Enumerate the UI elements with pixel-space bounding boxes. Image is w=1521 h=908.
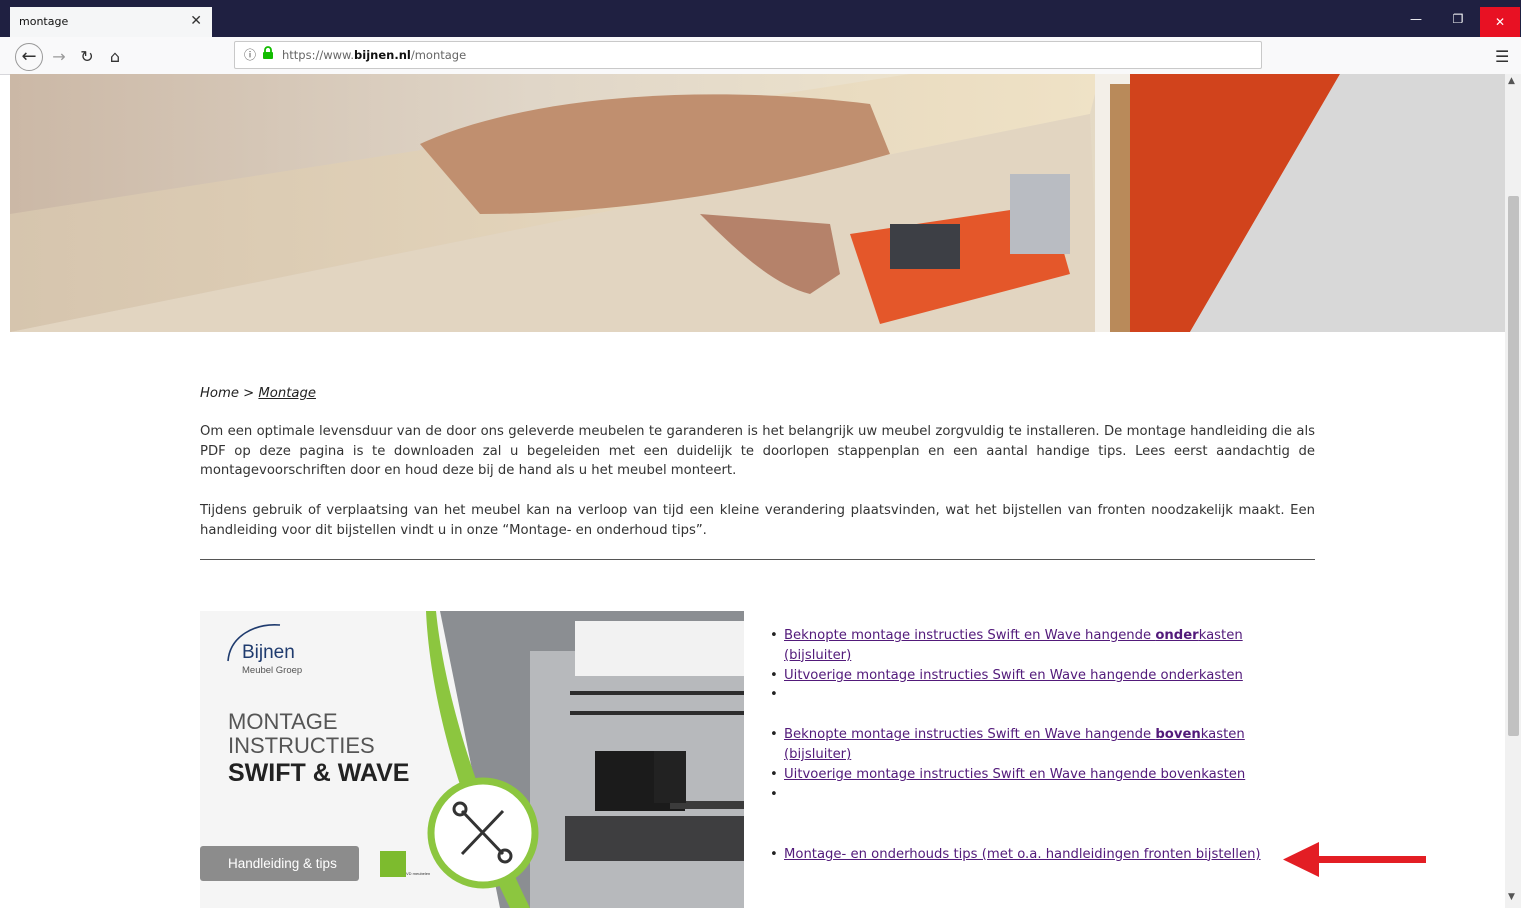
back-arrow-icon[interactable]: ←: [15, 43, 43, 71]
bijnen-logo-sub: Meubel Groep: [242, 665, 302, 676]
browser-navbar: ← → ↻ ⌂ ⓘ https://www.bijnen.nl/montage …: [0, 37, 1521, 75]
link-uitvoerige-onderkasten[interactable]: Uitvoerige montage instructies Swift en …: [784, 668, 1243, 683]
breadcrumb: Home > Montage: [200, 384, 1315, 404]
scroll-up-icon[interactable]: ▲: [1508, 76, 1515, 86]
vertical-scrollbar[interactable]: ▲ ▼: [1505, 74, 1521, 908]
link-montage-onderhoud-tips[interactable]: Montage- en onderhouds tips (met o.a. ha…: [784, 847, 1261, 862]
promo-line3: SWIFT & WAVE: [228, 759, 409, 787]
montage-promo-image[interactable]: Bijnen Meubel Groep MONTAGE INSTRUCTIES …: [200, 611, 744, 908]
link-beknopte-onderkasten[interactable]: Beknopte montage instructies Swift en Wa…: [784, 628, 1243, 663]
list-spacer: [770, 685, 1290, 725]
adjustment-paragraph: Tijdens gebruik of verplaatsing van het …: [200, 503, 1315, 538]
breadcrumb-current[interactable]: Montage: [258, 386, 316, 401]
promo-graphic: Bijnen Meubel Groep MONTAGE INSTRUCTIES …: [200, 611, 744, 908]
bijnen-logo-text: Bijnen: [242, 642, 295, 663]
hero-image: [10, 74, 1505, 332]
hero-banner: [10, 74, 1505, 332]
hamburger-menu-icon[interactable]: ☰: [1495, 47, 1509, 66]
main-content: Home > Montage Om een optimale levensduu…: [200, 380, 1315, 566]
list-item: Uitvoerige montage instructies Swift en …: [770, 666, 1290, 686]
intro-paragraph: Om een optimale levensduur van de door o…: [200, 423, 1315, 479]
vd-logo: VD meubelen: [406, 871, 430, 876]
minimize-icon[interactable]: —: [1396, 8, 1436, 30]
window-close-icon[interactable]: ✕: [1480, 7, 1520, 37]
list-item: Beknopte montage instructies Swift en Wa…: [770, 626, 1290, 666]
tab-title: montage: [19, 15, 69, 28]
scrollbar-thumb[interactable]: [1508, 196, 1519, 736]
link-beknopte-bovenkasten[interactable]: Beknopte montage instructies Swift en Wa…: [784, 727, 1245, 762]
browser-tab[interactable]: montage ✕: [10, 7, 212, 37]
list-item: Montage- en onderhouds tips (met o.a. ha…: [770, 845, 1290, 865]
url-text: https://www.bijnen.nl/montage: [282, 48, 467, 62]
home-icon[interactable]: ⌂: [104, 46, 126, 68]
red-arrow-icon: [1283, 842, 1426, 877]
info-icon[interactable]: ⓘ: [244, 46, 256, 63]
browser-titlebar: montage ✕ — ❐ ✕: [0, 0, 1521, 37]
download-links: Beknopte montage instructies Swift en Wa…: [770, 626, 1290, 865]
breadcrumb-home[interactable]: Home: [200, 386, 239, 401]
link-uitvoerige-bovenkasten[interactable]: Uitvoerige montage instructies Swift en …: [784, 767, 1245, 782]
forward-arrow-icon[interactable]: →: [48, 46, 70, 68]
address-bar[interactable]: ⓘ https://www.bijnen.nl/montage: [234, 41, 1262, 69]
promo-line1: MONTAGE: [228, 709, 338, 734]
list-spacer: [770, 785, 1290, 845]
breadcrumb-separator: >: [243, 386, 255, 401]
reload-icon[interactable]: ↻: [76, 46, 98, 68]
tab-close-icon[interactable]: ✕: [190, 13, 202, 29]
promo-line2: INSTRUCTIES: [228, 733, 375, 758]
list-item: Uitvoerige montage instructies Swift en …: [770, 765, 1290, 785]
list-item: Beknopte montage instructies Swift en Wa…: [770, 725, 1290, 765]
section-divider: [200, 558, 1315, 560]
restore-icon[interactable]: ❐: [1438, 8, 1478, 30]
lock-icon: [263, 46, 273, 59]
scroll-down-icon[interactable]: ▼: [1508, 892, 1515, 902]
promo-badge: Handleiding & tips: [228, 856, 337, 871]
